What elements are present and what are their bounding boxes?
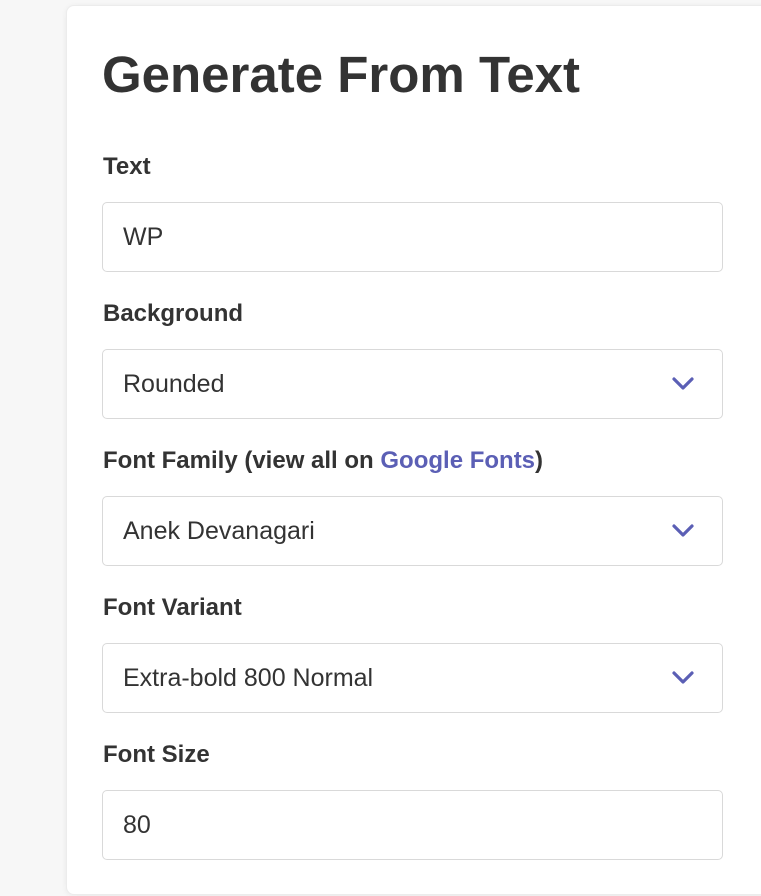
text-input-value: WP (123, 222, 164, 251)
font-size-input-value: 80 (123, 810, 151, 839)
background-label: Background (103, 300, 244, 327)
chevron-down-icon (672, 377, 694, 390)
font-variant-select[interactable]: Extra-bold 800 Normal (102, 643, 723, 713)
font-family-label-suffix: ) (535, 447, 544, 474)
font-family-select[interactable]: Anek Devanagari (102, 496, 723, 566)
chevron-down-icon (672, 524, 694, 537)
font-variant-select-value: Extra-bold 800 Normal (123, 663, 374, 692)
font-size-input[interactable]: 80 (102, 790, 723, 860)
font-family-label-prefix: Font Family (view all on (103, 447, 381, 474)
chevron-down-icon (672, 671, 694, 684)
google-fonts-link[interactable]: Google Fonts (380, 447, 535, 474)
page-title: Generate From Text (102, 46, 581, 103)
background-select-value: Rounded (123, 369, 225, 398)
font-family-select-value: Anek Devanagari (123, 516, 315, 545)
font-family-label: Font Family (view all on Google Fonts) (103, 446, 543, 476)
font-size-label: Font Size (103, 741, 210, 768)
text-input[interactable]: WP (102, 202, 723, 272)
text-label: Text (103, 153, 151, 180)
background-select[interactable]: Rounded (102, 349, 723, 419)
font-variant-label: Font Variant (103, 594, 242, 621)
